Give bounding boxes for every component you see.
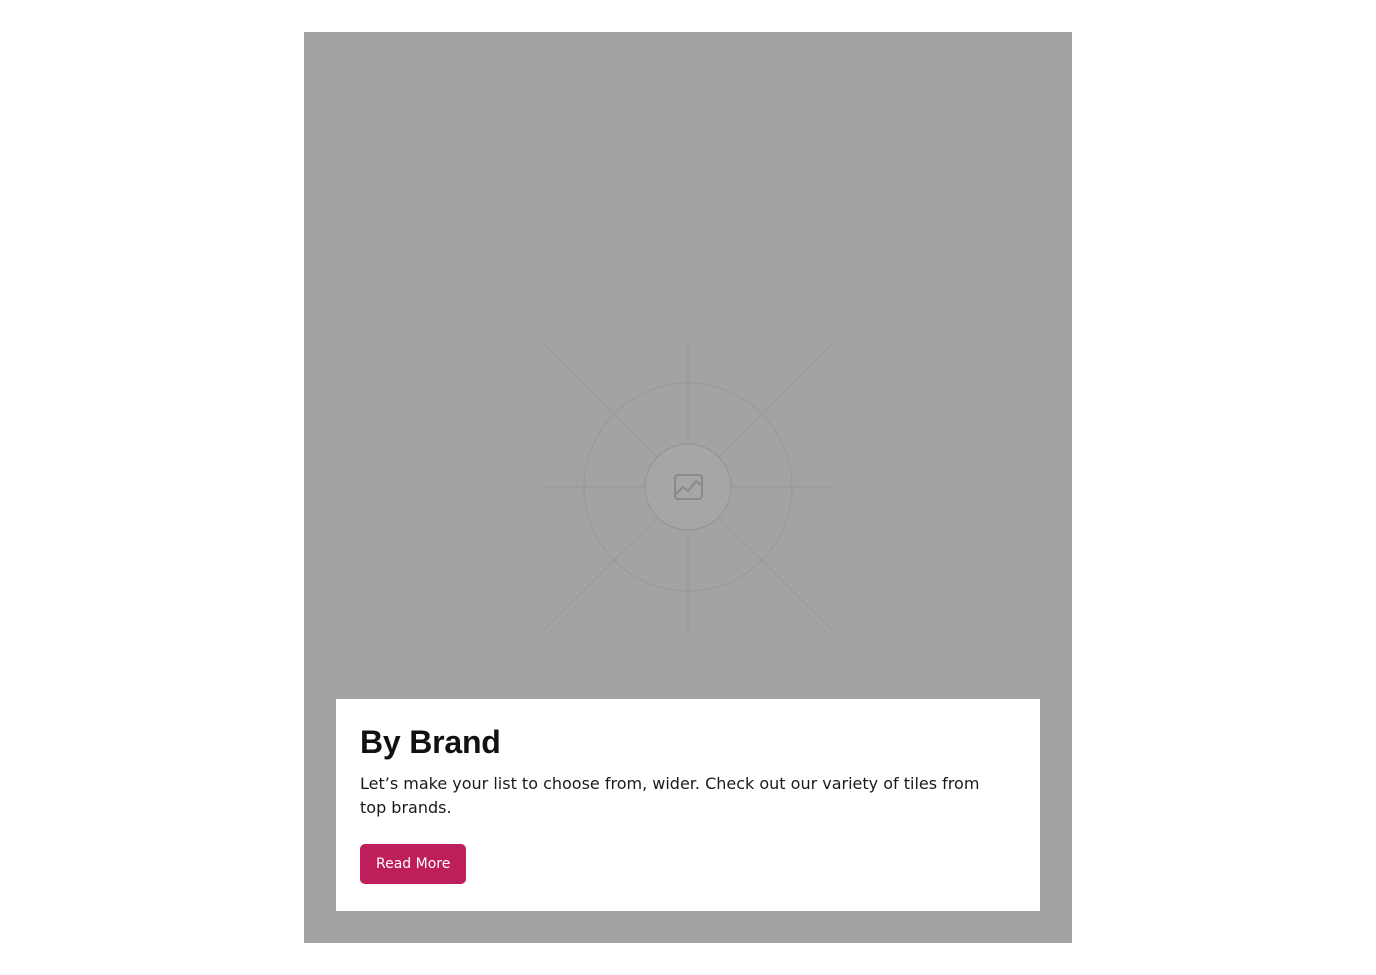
placeholder-center-circle: [644, 443, 732, 531]
brand-card: By Brand Let’s make your list to choose …: [304, 32, 1072, 943]
card-title: By Brand: [360, 724, 501, 760]
card-content-panel: By Brand Let’s make your list to choose …: [336, 699, 1040, 911]
read-more-button[interactable]: Read More: [360, 844, 467, 884]
card-description: Let’s make your list to choose from, wid…: [360, 774, 980, 817]
